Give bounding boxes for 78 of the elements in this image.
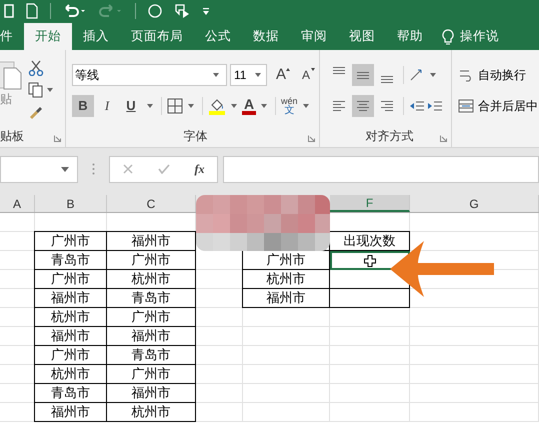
ribbon-tab[interactable]: 数据	[242, 23, 290, 50]
lightbulb-icon[interactable]	[442, 28, 454, 44]
shrink-font-button[interactable]: A	[295, 64, 317, 86]
empty-cell	[196, 327, 243, 346]
empty-cell	[196, 365, 243, 384]
align-lines-icon	[333, 101, 345, 111]
empty-cell	[196, 308, 243, 327]
save-icon[interactable]	[4, 4, 14, 18]
dropdown-caret-icon[interactable]	[47, 88, 53, 92]
empty-cell	[196, 384, 243, 403]
table-cell: 福州市	[242, 288, 330, 308]
down-triangle-icon[interactable]	[311, 68, 315, 71]
table-cell: 广州市	[34, 231, 107, 251]
ribbon-tab[interactable]: 插入	[72, 23, 120, 50]
merge-center-button[interactable]: 合并后居中	[458, 95, 538, 117]
group-label: 字体	[184, 128, 208, 145]
ribbon-tab[interactable]: 公式	[194, 23, 242, 50]
dialog-launcher-icon[interactable]	[440, 135, 447, 142]
scissors-icon[interactable]	[28, 60, 44, 76]
wrap-text-button[interactable]: 自动换行	[458, 64, 538, 86]
circle-icon[interactable]	[148, 4, 162, 18]
customize-icon[interactable]	[202, 6, 210, 16]
dialog-launcher-icon[interactable]	[54, 135, 61, 142]
underline-button[interactable]: U	[120, 95, 142, 117]
formula-input[interactable]	[223, 156, 539, 182]
shape-cursor-icon[interactable]	[174, 3, 190, 19]
column-header[interactable]: F	[330, 195, 410, 212]
dropdown-caret-icon[interactable]	[188, 104, 194, 108]
grow-font-button[interactable]: A	[270, 64, 292, 86]
ribbon-tab[interactable]: 开始	[24, 23, 72, 50]
font-size-dropdown[interactable]: 11	[230, 64, 267, 86]
empty-cell	[196, 346, 243, 365]
horizontal-align-button[interactable]	[352, 95, 374, 117]
cell-cursor-icon[interactable]	[364, 254, 376, 266]
ribbon-tab[interactable]: 视图	[338, 23, 386, 50]
italic-button[interactable]: I	[96, 95, 118, 117]
dropdown-caret-icon[interactable]	[213, 73, 219, 77]
empty-cell	[196, 403, 243, 422]
drag-handle-icon[interactable]	[92, 163, 95, 175]
check-icon[interactable]	[158, 164, 170, 174]
table-cell: 福州市	[106, 231, 196, 251]
dropdown-caret-icon[interactable]	[430, 73, 436, 77]
ribbon-tab[interactable]: 帮助	[386, 23, 434, 50]
fill-color-icon[interactable]	[208, 97, 226, 115]
up-triangle-icon[interactable]	[286, 68, 290, 71]
format-painter-icon[interactable]	[28, 104, 44, 120]
tell-me-label[interactable]: 操作说	[460, 27, 499, 46]
vertical-align-button[interactable]	[352, 64, 374, 86]
copy-icon[interactable]	[28, 82, 44, 98]
align-lines-icon	[381, 101, 393, 111]
dropdown-caret-icon[interactable]	[302, 104, 309, 108]
phonetic-guide-button[interactable]: wén 文	[281, 97, 298, 115]
align-lines-icon	[333, 67, 345, 74]
bold-button[interactable]: B	[72, 95, 94, 117]
merge-cells-icon[interactable]	[458, 98, 474, 114]
group-label: 贴板	[0, 128, 24, 145]
insert-function-button[interactable]: fx	[194, 160, 204, 178]
dropdown-caret-icon[interactable]	[147, 104, 153, 108]
font-name-dropdown[interactable]: 等线	[72, 64, 227, 86]
align-lines-icon	[357, 101, 369, 111]
align-lines-icon	[381, 76, 393, 83]
align-lines-icon	[357, 72, 369, 78]
borders-icon[interactable]	[167, 98, 183, 114]
dropdown-caret-icon[interactable]	[61, 166, 69, 172]
table-cell: 杭州市	[106, 402, 196, 422]
ribbon-tab[interactable]: 页面布局	[120, 23, 194, 50]
group-label: 对齐方式	[366, 128, 414, 145]
table-cell: 出现次数	[329, 231, 410, 251]
dropdown-caret-icon[interactable]	[261, 104, 267, 108]
table-cell: 福州市	[34, 402, 107, 422]
dialog-launcher-icon[interactable]	[308, 135, 315, 142]
new-file-icon[interactable]	[26, 3, 38, 19]
font-color-button[interactable]: A	[242, 97, 256, 115]
ribbon-tab[interactable]: 件	[0, 23, 24, 50]
undo-icon[interactable]	[63, 4, 87, 18]
dropdown-caret-icon[interactable]	[231, 104, 237, 108]
dropdown-caret-icon[interactable]	[255, 73, 261, 77]
ribbon-tab[interactable]: 审阅	[290, 23, 338, 50]
